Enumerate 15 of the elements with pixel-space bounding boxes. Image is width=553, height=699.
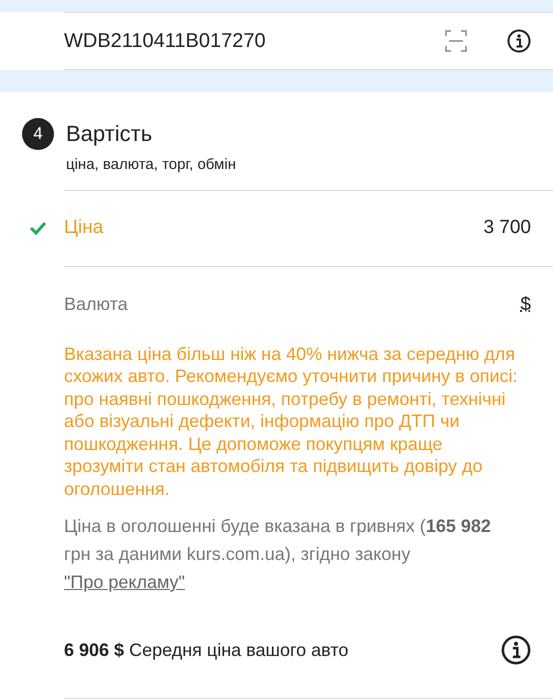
currency-label: Валюта — [64, 294, 129, 315]
price-value[interactable]: 3 700 — [483, 217, 531, 240]
info-icon[interactable] — [501, 635, 531, 665]
vin-value: WDB2110411B017270 — [64, 30, 267, 53]
currency-value[interactable]: $ — [520, 294, 531, 316]
price-note: Ціна в оголошенні буде вказана в гривнях (165 982 грн за даними kurs.com.ua), згідно закону "Про рекламу" — [64, 515, 492, 594]
section-title: Вартість — [66, 120, 154, 148]
price-label: Ціна — [64, 217, 104, 240]
average-price: 6 906 $ Середня ціна вашого авто — [64, 640, 350, 660]
price-warning: Вказана ціна більш ніж на 40% нижча за середню для схожих авто. Рекомендуємо уточнити причину в описі: про наявні пошкодження, потребу в ремонті, технічні або візуальні дефекти, інформацію про ДТП чи пошкодження. Це допоможе покупцям краще зрозуміти стан автомобіля та підвищить довіру до оголошення. — [64, 342, 519, 500]
step-number: 4 — [22, 118, 54, 150]
info-icon[interactable] — [507, 29, 531, 54]
scan-icon[interactable] — [445, 30, 467, 52]
law-link[interactable]: "Про рекламу" — [64, 572, 185, 592]
section-subtitle: ціна, валюта, торг, обмін — [66, 156, 236, 173]
